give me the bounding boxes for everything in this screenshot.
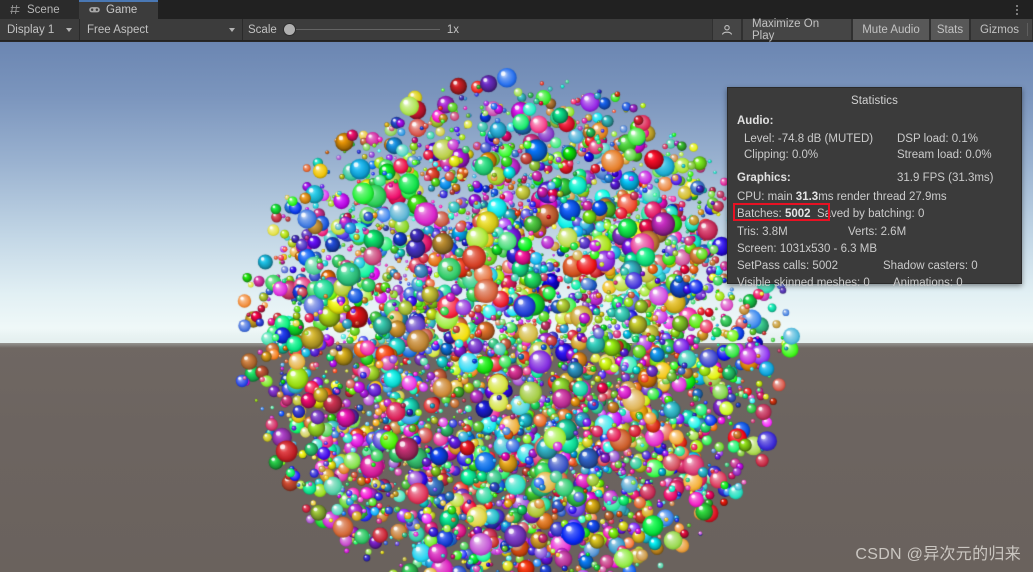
cpu-prefix: CPU: main <box>737 191 796 203</box>
graphics-fps: 31.9 FPS (31.3ms) <box>897 172 994 184</box>
aspect-ratio-label: Free Aspect <box>87 23 149 36</box>
scale-control: Scale 1x <box>246 19 461 40</box>
tab-scene[interactable]: Scene <box>0 0 79 19</box>
statistics-panel: Statistics Audio: Level: -74.8 dB (MUTED… <box>727 87 1022 289</box>
chevron-down-icon <box>229 27 235 32</box>
display-dropdown-label: Display 1 <box>7 23 55 36</box>
tab-game-label: Game <box>106 3 138 16</box>
scale-value: 1x <box>446 23 459 36</box>
graphics-animations: Animations: 0 <box>893 277 963 289</box>
maximize-on-play-label: Maximize On Play <box>752 17 820 42</box>
scale-slider-knob[interactable] <box>283 24 295 35</box>
audio-dsp-load: DSP load: 0.1% <box>897 133 978 145</box>
game-view-render[interactable]: Statistics Audio: Level: -74.8 dB (MUTED… <box>0 42 1033 572</box>
audio-level: Level: -74.8 dB (MUTED) <box>744 133 874 145</box>
maximize-on-play-button[interactable]: Maximize On Play <box>742 17 852 42</box>
graphics-cpu: CPU: main 31.3ms render thread 27.9ms <box>737 191 947 203</box>
graphics-tris: Tris: 3.8M <box>737 226 788 238</box>
batches-value: 5002 <box>784 208 811 220</box>
tab-scene-label: Scene <box>27 3 60 16</box>
gizmos-divider <box>1026 23 1028 36</box>
scale-slider[interactable] <box>283 23 440 37</box>
watermark: CSDN @异次元的归来 <box>855 546 1021 563</box>
batches-label: Batches: <box>737 208 785 220</box>
kebab-menu-icon[interactable] <box>1010 0 1024 19</box>
graphics-section-heading: Graphics: <box>737 172 791 184</box>
graphics-batches: Batches: 5002 Saved by batching: 0 <box>737 208 924 220</box>
tab-strip: Scene Game <box>0 0 1033 20</box>
aspect-ratio-dropdown[interactable]: Free Aspect <box>80 19 243 40</box>
unity-game-view-window: Scene Game Display 1 Free Aspect Scale 1… <box>0 0 1033 572</box>
game-view-toolbar: Display 1 Free Aspect Scale 1x Maximize … <box>0 17 1033 42</box>
gamepad-icon <box>89 7 100 13</box>
audio-stream-load: Stream load: 0.0% <box>897 149 992 161</box>
stats-button[interactable]: Stats <box>930 19 970 40</box>
cpu-suffix: ms render thread 27.9ms <box>818 191 947 203</box>
scene-grid-icon <box>10 4 20 15</box>
graphics-setpass: SetPass calls: 5002 <box>737 260 839 272</box>
play-focused-button[interactable] <box>712 19 742 40</box>
tab-strip-filler <box>158 0 1033 19</box>
saved-by-batching: Saved by batching: 0 <box>816 208 925 220</box>
gizmos-label: Gizmos <box>980 23 1019 36</box>
graphics-shadow-casters: Shadow casters: 0 <box>883 260 978 272</box>
chevron-down-icon <box>66 27 72 32</box>
audio-clipping: Clipping: 0.0% <box>744 149 819 161</box>
statistics-title: Statistics <box>850 95 898 107</box>
display-dropdown[interactable]: Display 1 <box>0 19 80 40</box>
mute-audio-button[interactable]: Mute Audio <box>852 19 930 40</box>
player-focus-icon <box>721 24 733 35</box>
audio-section-heading: Audio: <box>737 115 774 127</box>
gizmos-button[interactable]: Gizmos <box>970 19 1033 40</box>
scale-slider-track <box>283 29 440 30</box>
scale-label: Scale <box>248 23 277 36</box>
tab-game[interactable]: Game <box>79 0 158 19</box>
graphics-skinned-meshes: Visible skinned meshes: 0 <box>737 277 870 289</box>
cpu-main-value: 31.3 <box>795 191 819 203</box>
stats-label: Stats <box>936 23 964 36</box>
mute-audio-label: Mute Audio <box>862 23 920 36</box>
graphics-screen: Screen: 1031x530 - 6.3 MB <box>737 243 877 255</box>
graphics-verts: Verts: 2.6M <box>848 226 907 238</box>
